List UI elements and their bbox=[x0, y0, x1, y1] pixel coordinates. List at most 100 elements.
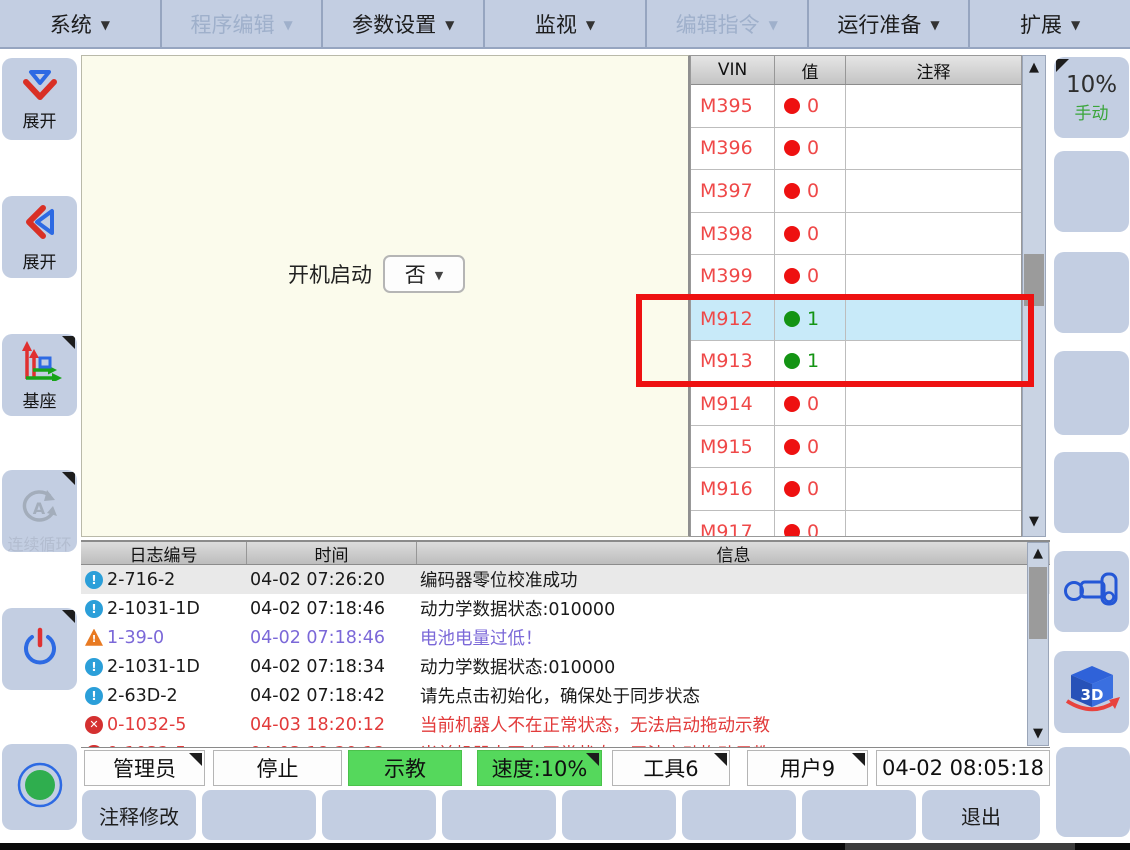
svg-text:A: A bbox=[32, 499, 45, 518]
menu-item-extension[interactable]: 扩展▼ bbox=[970, 0, 1130, 47]
pendant-jog-icon bbox=[1062, 569, 1122, 615]
vin-name-cell: M914 bbox=[691, 383, 775, 425]
view-3d-icon: 3D bbox=[1063, 663, 1121, 721]
vin-name-cell: M398 bbox=[691, 213, 775, 255]
table-row[interactable]: M3980 bbox=[691, 213, 1021, 256]
vin-value-cell: 0 bbox=[775, 85, 846, 127]
status-user-level[interactable]: 管理员 bbox=[84, 750, 205, 786]
log-id: 2-1031-1D bbox=[107, 599, 250, 619]
base-frame-button[interactable]: 基座 bbox=[2, 334, 77, 416]
vin-name-cell: M915 bbox=[691, 426, 775, 468]
expand-left-button[interactable]: 展开 bbox=[2, 196, 77, 278]
log-row[interactable]: !2-1031-1D04-02 07:18:34动力学数据状态:010000 bbox=[81, 652, 1050, 681]
expand-down-icon bbox=[20, 67, 60, 105]
fn-exit-button[interactable]: 退出 bbox=[922, 790, 1040, 840]
log-row[interactable]: ✕0-1032-504-03 18:20:12当前机器人不在正常状态，无法启动拖… bbox=[81, 739, 1050, 748]
log-time: 04-02 07:18:46 bbox=[250, 628, 420, 648]
vin-comment-cell bbox=[846, 511, 1021, 536]
vin-name-cell: M917 bbox=[691, 511, 775, 536]
table-row[interactable]: M9160 bbox=[691, 468, 1021, 511]
table-row[interactable]: M3990 bbox=[691, 255, 1021, 298]
startup-setting-row: 开机启动 否 ▼ bbox=[288, 255, 465, 293]
log-message: 当前机器人不在正常状态，无法启动拖动示教 bbox=[420, 712, 1050, 737]
vin-comment-cell bbox=[846, 213, 1021, 255]
scrollbar-down-button[interactable]: ▼ bbox=[1028, 726, 1048, 741]
view-3d-button[interactable]: 3D bbox=[1054, 651, 1129, 733]
red-dot-icon bbox=[784, 268, 800, 284]
fn-blank-button-6[interactable] bbox=[802, 790, 916, 840]
expand-down-button[interactable]: 展开 bbox=[2, 58, 77, 140]
log-row[interactable]: !2-1031-1D04-02 07:18:46动力学数据状态:010000 bbox=[81, 594, 1050, 623]
column-header-message: 信息 bbox=[417, 542, 1050, 564]
servo-indicator-button[interactable] bbox=[2, 744, 77, 830]
menu-item-monitor[interactable]: 监视▼ bbox=[485, 0, 647, 47]
power-icon bbox=[17, 624, 63, 674]
table-row[interactable]: M9140 bbox=[691, 383, 1021, 426]
vin-value-cell: 0 bbox=[775, 170, 846, 212]
corner-marker bbox=[1056, 59, 1069, 72]
status-speed[interactable]: 速度:10% bbox=[477, 750, 602, 786]
vin-comment-cell bbox=[846, 468, 1021, 510]
base-frame-icon bbox=[17, 339, 63, 385]
log-message: 请先点击初始化，确保处于同步状态 bbox=[420, 683, 1050, 708]
menu-item-parameter-settings[interactable]: 参数设置▼ bbox=[323, 0, 485, 47]
spare-button-1[interactable] bbox=[1054, 151, 1129, 232]
scrollbar-up-button[interactable]: ▲ bbox=[1028, 546, 1048, 561]
menu-item-program-edit: 程序编辑▼ bbox=[162, 0, 324, 47]
continuous-loop-button: A 连续循环 bbox=[2, 470, 77, 552]
table-row[interactable]: M9170 bbox=[691, 511, 1021, 536]
log-scrollbar[interactable]: ▲ ▼ bbox=[1027, 542, 1049, 746]
caret-down-icon: ▼ bbox=[1071, 16, 1080, 32]
spare-button-3[interactable] bbox=[1054, 351, 1129, 435]
log-row[interactable]: ✕0-1032-504-03 18:20:12当前机器人不在正常状态，无法启动拖… bbox=[81, 710, 1050, 739]
log-row[interactable]: !2-63D-204-02 07:18:42请先点击初始化，确保处于同步状态 bbox=[81, 681, 1050, 710]
corner-spare-button[interactable] bbox=[1056, 747, 1130, 837]
status-user-frame[interactable]: 用户9 bbox=[747, 750, 868, 786]
table-row[interactable]: M3970 bbox=[691, 170, 1021, 213]
spare-button-4[interactable] bbox=[1054, 452, 1129, 533]
menu-item-run-prepare[interactable]: 运行准备▼ bbox=[809, 0, 971, 47]
table-row[interactable]: M915 0 bbox=[691, 426, 1021, 469]
vin-name-cell: M396 bbox=[691, 128, 775, 170]
fn-blank-button-4[interactable] bbox=[562, 790, 676, 840]
svg-text:3D: 3D bbox=[1080, 686, 1103, 704]
power-button[interactable] bbox=[2, 608, 77, 690]
vin-value-text: 0 bbox=[807, 137, 819, 159]
red-dot-icon bbox=[784, 226, 800, 242]
info-icon: ! bbox=[85, 658, 103, 676]
log-row[interactable]: !2-716-204-02 07:26:20编码器零位校准成功 bbox=[81, 565, 1050, 594]
status-tool[interactable]: 工具6 bbox=[612, 750, 730, 786]
settings-panel: 开机启动 否 ▼ bbox=[81, 55, 690, 537]
scrollbar-down-button[interactable]: ▼ bbox=[1023, 514, 1045, 529]
speed-mode-button[interactable]: 10% 手动 bbox=[1054, 57, 1129, 138]
log-time: 04-02 07:18:34 bbox=[250, 657, 420, 677]
table-row[interactable]: M3950 bbox=[691, 85, 1021, 128]
scrollbar-thumb[interactable] bbox=[1029, 567, 1047, 639]
vin-value-cell: 0 bbox=[775, 383, 846, 425]
fn-comment-edit-button[interactable]: 注释修改 bbox=[82, 790, 196, 840]
scrollbar-up-button[interactable]: ▲ bbox=[1023, 60, 1045, 75]
menu-bar: 系统▼ 程序编辑▼ 参数设置▼ 监视▼ 编辑指令▼ 运行准备▼ 扩展▼ bbox=[0, 0, 1130, 49]
log-time: 04-02 07:26:20 bbox=[250, 570, 420, 590]
status-run-state[interactable]: 停止 bbox=[213, 750, 342, 786]
spare-button-2[interactable] bbox=[1054, 252, 1129, 333]
speed-percent-label: 10% bbox=[1066, 72, 1117, 98]
fn-blank-button-5[interactable] bbox=[682, 790, 796, 840]
fn-blank-button-1[interactable] bbox=[202, 790, 316, 840]
fn-blank-button-3[interactable] bbox=[442, 790, 556, 840]
fn-blank-button-2[interactable] bbox=[322, 790, 436, 840]
red-dot-icon bbox=[784, 481, 800, 497]
log-row[interactable]: !1-39-004-02 07:18:46电池电量过低！ bbox=[81, 623, 1050, 652]
log-time: 04-02 07:18:46 bbox=[250, 599, 420, 619]
vin-value-text: 0 bbox=[807, 95, 819, 117]
menu-item-system[interactable]: 系统▼ bbox=[0, 0, 162, 47]
startup-dropdown[interactable]: 否 ▼ bbox=[383, 255, 465, 293]
table-row[interactable]: M396 0 bbox=[691, 128, 1021, 171]
annotation-rectangle bbox=[636, 294, 1034, 387]
vin-value-cell: 0 bbox=[775, 511, 846, 536]
vin-comment-cell bbox=[846, 426, 1021, 468]
vin-value-text: 0 bbox=[807, 436, 819, 458]
io-table-header: VIN 值 注释 bbox=[691, 56, 1021, 85]
status-mode[interactable]: 示教 bbox=[348, 750, 462, 786]
pendant-jog-button[interactable] bbox=[1054, 551, 1129, 632]
